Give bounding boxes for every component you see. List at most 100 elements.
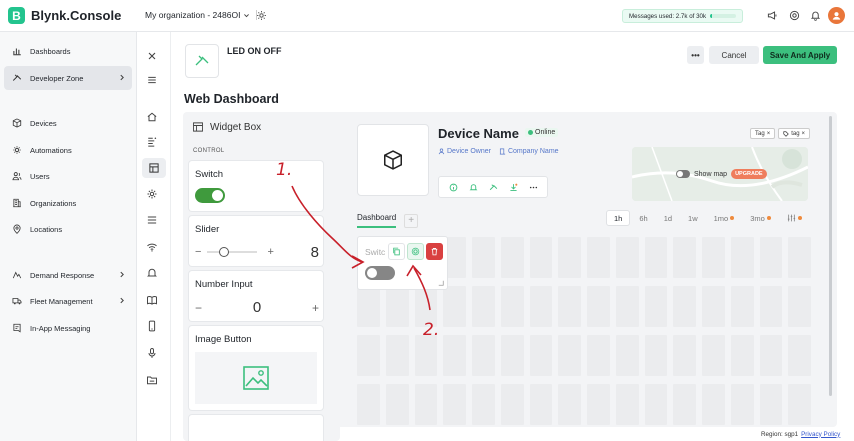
save-and-apply-button[interactable]: Save And Apply [763, 46, 837, 64]
grid-cell [587, 237, 610, 278]
device-owner-label: Device Owner [447, 148, 491, 155]
grid-cell [357, 286, 380, 327]
sidebar-item-devices[interactable]: Devices [4, 111, 132, 135]
template-image[interactable] [185, 44, 219, 78]
folder-icon[interactable] [146, 374, 158, 386]
tab-dashboard[interactable]: Dashboard [357, 213, 397, 228]
sidebar-item-label: Devices [30, 118, 57, 128]
cancel-button[interactable]: Cancel [709, 46, 759, 64]
sidebar-item-locations[interactable]: Locations [4, 217, 132, 241]
avatar[interactable] [828, 7, 845, 24]
custom-period[interactable] [780, 210, 809, 226]
company-name[interactable]: Company Name [499, 148, 559, 155]
selected-switch-widget[interactable]: Switc [357, 236, 448, 290]
duplicate-button[interactable] [388, 243, 405, 260]
period-3mo[interactable]: 3mo [743, 210, 778, 226]
period-1mo[interactable]: 1mo [707, 210, 742, 226]
add-tab-button[interactable]: + [404, 213, 419, 228]
mobile-icon[interactable] [146, 320, 158, 332]
grid-cell [529, 335, 553, 376]
online-dot [528, 130, 533, 135]
sidebar-item-organizations[interactable]: Organizations [4, 191, 132, 215]
device-image[interactable] [357, 124, 429, 196]
resize-handle-icon[interactable] [438, 280, 444, 286]
period-1h[interactable]: 1h [606, 210, 631, 226]
chevron-down-icon [244, 13, 250, 17]
book-icon[interactable] [146, 294, 158, 306]
show-map-toggle[interactable] [676, 170, 690, 178]
privacy-policy-link[interactable]: Privacy Policy [801, 431, 840, 438]
canvas-scrollbar[interactable] [829, 116, 832, 396]
sidebar-item-in-app-messaging[interactable]: In-App Messaging [4, 316, 132, 340]
more-button[interactable]: ••• [687, 46, 704, 64]
widget-number-input[interactable]: Number Input − 0 + [189, 271, 323, 321]
sliders-icon [787, 214, 795, 222]
grid-cell [759, 237, 783, 278]
microphone-icon[interactable] [146, 347, 158, 359]
upgrade-badge[interactable]: UPGRADE [731, 169, 767, 179]
sidebar-item-label: Demand Response [30, 270, 95, 280]
sidebar-item-demand-response[interactable]: Demand Response [4, 263, 132, 287]
grid-cell [443, 286, 466, 327]
template-icon [195, 55, 209, 66]
sidebar-item-developer-zone[interactable]: Developer Zone [4, 66, 132, 90]
premium-dot [730, 216, 735, 220]
grid-cell [472, 286, 495, 327]
sidebar-item-users[interactable]: Users [4, 164, 132, 188]
truck-icon [12, 298, 22, 305]
tag-remove-icon[interactable]: × [802, 131, 806, 137]
sidebar-item-fleet-management[interactable]: Fleet Management [4, 289, 132, 313]
tag-chip[interactable]: Tag × [750, 128, 776, 139]
sidebar-item-automations[interactable]: Automations [4, 138, 132, 162]
grid-cell [443, 384, 466, 425]
messages-usage[interactable]: Messages used: 2.7k of 30k [622, 9, 744, 23]
datastreams-icon[interactable] [146, 136, 158, 148]
period-6h[interactable]: 6h [632, 210, 654, 226]
bar-chart-icon [13, 48, 21, 56]
sidebar-item-dashboards[interactable]: Dashboards [4, 39, 132, 63]
grid-cell [500, 335, 524, 376]
automation-icon[interactable] [146, 188, 158, 200]
bell-icon[interactable] [810, 10, 821, 21]
users-icon [12, 172, 22, 181]
image-placeholder [195, 352, 317, 404]
close-icon[interactable] [146, 50, 158, 62]
wifi-icon[interactable] [146, 241, 158, 253]
bell-icon[interactable] [469, 183, 478, 192]
widget-image-button[interactable]: Image Button [189, 326, 323, 410]
download-icon[interactable] [509, 183, 518, 192]
tag-remove-icon[interactable]: × [767, 131, 771, 137]
home-icon[interactable] [146, 111, 158, 123]
delete-button[interactable] [426, 243, 443, 260]
web-dashboard-rail-item[interactable] [142, 158, 166, 178]
period-1d[interactable]: 1d [657, 210, 679, 226]
list-icon[interactable] [146, 214, 158, 226]
device-owner[interactable]: Device Owner [438, 148, 491, 155]
widget-switch[interactable]: Switch [189, 161, 323, 211]
sidebar-item-label: Users [30, 171, 50, 181]
switch-toggle[interactable] [365, 266, 395, 280]
device-tags: Tag × tag × [750, 128, 811, 139]
help-icon[interactable] [789, 10, 800, 21]
megaphone-icon[interactable] [767, 10, 778, 21]
info-icon[interactable] [449, 183, 458, 192]
device-map[interactable]: Show map UPGRADE [632, 147, 808, 201]
settings-button[interactable] [407, 243, 424, 260]
widget-next[interactable] [189, 415, 323, 441]
grid-cell [673, 237, 696, 278]
bell-icon[interactable] [146, 267, 158, 279]
period-1w[interactable]: 1w [681, 210, 705, 226]
menu-icon[interactable] [146, 74, 158, 86]
logo[interactable]: B Blynk.Console [8, 7, 121, 24]
grid-cell [443, 335, 466, 376]
developer-zone-icon[interactable] [489, 183, 498, 192]
more-icon[interactable] [529, 183, 538, 192]
cube-icon [383, 150, 403, 170]
grid-cell [385, 286, 409, 327]
grid-cell [558, 335, 581, 376]
grid-cell [587, 335, 610, 376]
organization-selector[interactable]: My organization - 2486OI [145, 10, 258, 20]
tag-chip[interactable]: tag × [778, 128, 811, 139]
widget-slider[interactable]: Slider − + 8 [189, 216, 323, 266]
gear-icon[interactable] [256, 10, 267, 21]
